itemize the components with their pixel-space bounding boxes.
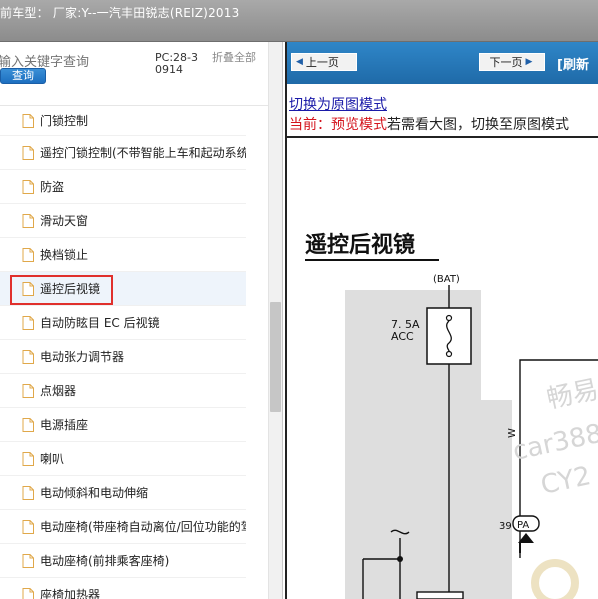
pc-code: PC:28-30914: [155, 51, 198, 76]
next-page-label: 下一页: [489, 56, 523, 69]
component-box: [416, 591, 464, 599]
document-icon: [22, 519, 34, 534]
document-icon: [22, 587, 34, 599]
tree-item[interactable]: 门锁控制: [0, 106, 246, 136]
watermark: CY2: [538, 461, 593, 501]
document-icon: [22, 451, 34, 466]
switch-original-mode-link[interactable]: 切换为原图模式: [289, 94, 387, 114]
tree-item-label: 点烟器: [40, 384, 77, 398]
refresh-link[interactable]: [刷新: [557, 54, 589, 73]
tree-item-label: 防盗: [40, 180, 65, 194]
tree-item-label: 电动倾斜和电动伸缩: [40, 486, 149, 500]
search-row: 查询 PC:28-30914 折叠全部: [0, 42, 282, 106]
document-icon: [22, 247, 34, 262]
arrow-right-icon: ▶: [525, 57, 533, 67]
diagram-heading: 遥控后视镜: [305, 232, 415, 258]
tree-item-label: 喇叭: [40, 452, 65, 466]
tree-item[interactable]: 换档锁止: [0, 238, 246, 272]
tree-item-label: 遥控门锁控制(不带智能上车和起动系统): [40, 146, 246, 160]
wiring-diagram: 遥控后视镜 (BAT) 7. 5A ACC W 39 PA 畅易 car388 …: [287, 138, 598, 599]
tree-item-label: 电源插座: [40, 418, 89, 432]
viewer-nav-bar: ◀ 上一页 下一页 ▶ [刷新: [287, 42, 598, 84]
watermark-logo: [531, 559, 579, 599]
tree-item-selected[interactable]: 遥控后视镜: [0, 272, 246, 306]
document-icon: [22, 553, 34, 568]
preview-mode-hint: 若需看大图，切换至原图模式: [387, 117, 569, 133]
tree-item[interactable]: 点烟器: [0, 374, 246, 408]
tree-item-label: 门锁控制: [40, 114, 89, 128]
document-icon: [22, 349, 34, 364]
window-title-bar: 前车型： 厂家:Y--一汽丰田锐志(REIZ)2013: [0, 0, 598, 42]
document-icon: [22, 213, 34, 228]
connector-pin: 39: [499, 521, 512, 532]
document-icon: [22, 113, 34, 128]
tree-item[interactable]: 防盗: [0, 170, 246, 204]
arrow-left-icon: ◀: [296, 57, 303, 67]
tree-item[interactable]: 电动倾斜和电动伸缩: [0, 476, 246, 510]
prev-page-label: 上一页: [305, 56, 339, 69]
tree-item[interactable]: 电源插座: [0, 408, 246, 442]
fuse-terminal: [445, 314, 453, 322]
tree-item[interactable]: 自动防眩目 EC 后视镜: [0, 306, 246, 340]
tree-item-label: 滑动天窗: [40, 214, 89, 228]
collapse-all-button[interactable]: 折叠全部: [212, 52, 256, 64]
fuse-circuit: ACC: [391, 330, 414, 343]
document-viewer: ◀ 上一页 下一页 ▶ [刷新 切换为原图模式 当前：预览模式若需看大图，切换至…: [285, 42, 598, 599]
tree-item-label: 自动防眩目 EC 后视镜: [40, 316, 160, 330]
tree-item[interactable]: 电动张力调节器: [0, 340, 246, 374]
next-page-button[interactable]: 下一页 ▶: [479, 53, 545, 71]
tree-item[interactable]: 电动座椅(前排乘客座椅): [0, 544, 246, 578]
tree-item-label: 电动座椅(前排乘客座椅): [40, 554, 170, 568]
document-icon: [22, 417, 34, 432]
watermark: 畅易: [544, 375, 598, 415]
left-panel: 查询 PC:28-30914 折叠全部 门锁控制 遥控门锁控制(不带智能上车和起…: [0, 42, 283, 599]
document-icon: [22, 485, 34, 500]
tree-item-label: 座椅加热器: [40, 588, 101, 599]
tree-item[interactable]: 喇叭: [0, 442, 246, 476]
tree-item[interactable]: 滑动天窗: [0, 204, 246, 238]
tree-item-label: 电动张力调节器: [40, 350, 125, 364]
prev-page-button[interactable]: ◀ 上一页: [291, 53, 357, 71]
heading-underline: [305, 259, 439, 261]
document-icon: [22, 179, 34, 194]
search-button[interactable]: 查询: [0, 68, 46, 84]
document-icon: [22, 315, 34, 330]
bat-label: (BAT): [433, 274, 460, 285]
window-title: 前车型： 厂家:Y--一汽丰田锐志(REIZ)2013: [0, 6, 240, 20]
document-icon: [22, 383, 34, 398]
fuse-terminal: [445, 350, 453, 358]
tree-item-label: 电动座椅(带座椅自动离位/回位功能的驾驶员座椅): [40, 520, 246, 534]
tree-list: 门锁控制 遥控门锁控制(不带智能上车和起动系统) 防盗 滑动天窗 换档锁止 遥控…: [0, 106, 268, 599]
watermark: car388: [510, 419, 598, 467]
junction-dot: [397, 556, 403, 562]
preview-mode-label: 当前：预览模式: [289, 117, 387, 133]
preview-mode-notice: 当前：预览模式若需看大图，切换至原图模式: [289, 114, 569, 134]
selection-highlight: [10, 275, 113, 305]
tree-item[interactable]: 座椅加热器: [0, 578, 246, 599]
tree-item-label: 换档锁止: [40, 248, 89, 262]
connector-label: PA: [517, 520, 529, 531]
tree-item[interactable]: 电动座椅(带座椅自动离位/回位功能的驾驶员座椅): [0, 510, 246, 544]
document-icon: [22, 145, 34, 160]
tree-item[interactable]: 遥控门锁控制(不带智能上车和起动系统): [0, 136, 246, 170]
wiring-diagram-svg: 遥控后视镜 (BAT) 7. 5A ACC W 39 PA 畅易 car388 …: [305, 232, 598, 599]
scrollbar-thumb[interactable]: [270, 302, 281, 412]
